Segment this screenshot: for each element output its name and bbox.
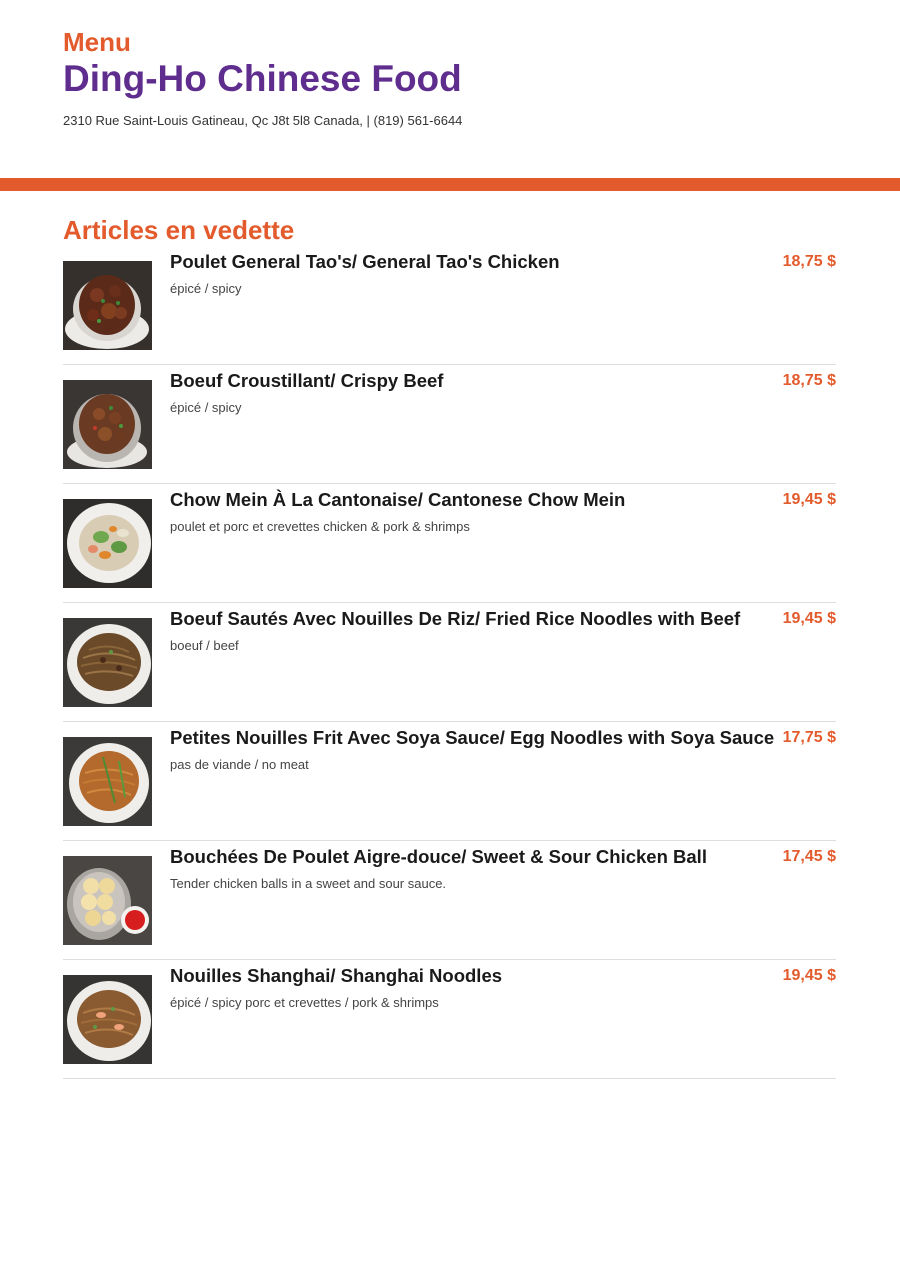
item-price: 19,45 $ bbox=[782, 491, 836, 508]
item-description: pas de viande / no meat bbox=[170, 757, 309, 772]
restaurant-address: 2310 Rue Saint-Louis Gatineau, Qc J8t 5l… bbox=[63, 113, 463, 128]
item-price: 19,45 $ bbox=[782, 610, 836, 627]
item-name: Poulet General Tao's/ General Tao's Chic… bbox=[170, 251, 560, 272]
menu-item-list: Poulet General Tao's/ General Tao's Chic… bbox=[63, 246, 836, 1079]
menu-item[interactable]: Boeuf Sautés Avec Nouilles De Riz/ Fried… bbox=[63, 603, 836, 722]
rice-noodles-beef-photo bbox=[63, 618, 152, 707]
menu-item[interactable]: Bouchées De Poulet Aigre-douce/ Sweet & … bbox=[63, 841, 836, 960]
item-price: 18,75 $ bbox=[782, 372, 836, 389]
restaurant-name: Ding-Ho Chinese Food bbox=[63, 58, 462, 99]
accent-band bbox=[0, 178, 900, 191]
item-description: Tender chicken balls in a sweet and sour… bbox=[170, 876, 447, 891]
egg-noodles-soya-photo bbox=[63, 737, 152, 826]
item-name: Boeuf Sautés Avec Nouilles De Riz/ Fried… bbox=[170, 608, 741, 629]
menu-label: Menu bbox=[63, 27, 131, 57]
item-price: 17,75 $ bbox=[782, 729, 836, 746]
item-price: 18,75 $ bbox=[782, 253, 836, 270]
menu-item[interactable]: Poulet General Tao's/ General Tao's Chic… bbox=[63, 246, 836, 365]
item-description: poulet et porc et crevettes chicken & po… bbox=[170, 519, 470, 534]
item-description: épicé / spicy porc et crevettes / pork &… bbox=[170, 995, 439, 1010]
item-name: Chow Mein À La Cantonaise/ Cantonese Cho… bbox=[170, 489, 626, 510]
general-tao-chicken-photo bbox=[63, 261, 152, 350]
menu-item[interactable]: Petites Nouilles Frit Avec Soya Sauce/ E… bbox=[63, 722, 836, 841]
item-price: 17,45 $ bbox=[782, 848, 836, 865]
item-name: Petites Nouilles Frit Avec Soya Sauce/ E… bbox=[170, 727, 775, 748]
cantonese-chow-mein-photo bbox=[63, 499, 152, 588]
item-name: Boeuf Croustillant/ Crispy Beef bbox=[170, 370, 444, 391]
menu-item[interactable]: Nouilles Shanghai/ Shanghai Noodles épic… bbox=[63, 960, 836, 1079]
item-name: Nouilles Shanghai/ Shanghai Noodles bbox=[170, 965, 503, 986]
menu-item[interactable]: Chow Mein À La Cantonaise/ Cantonese Cho… bbox=[63, 484, 836, 603]
item-description: boeuf / beef bbox=[170, 638, 239, 653]
item-description: épicé / spicy bbox=[170, 400, 242, 415]
crispy-beef-photo bbox=[63, 380, 152, 469]
item-name: Bouchées De Poulet Aigre-douce/ Sweet & … bbox=[170, 846, 707, 867]
menu-item[interactable]: Boeuf Croustillant/ Crispy Beef épicé / … bbox=[63, 365, 836, 484]
sweet-sour-chicken-ball-photo bbox=[63, 856, 152, 945]
item-description: épicé / spicy bbox=[170, 281, 242, 296]
section-title: Articles en vedette bbox=[63, 215, 295, 245]
shanghai-noodles-photo bbox=[63, 975, 152, 1064]
item-price: 19,45 $ bbox=[782, 967, 836, 984]
